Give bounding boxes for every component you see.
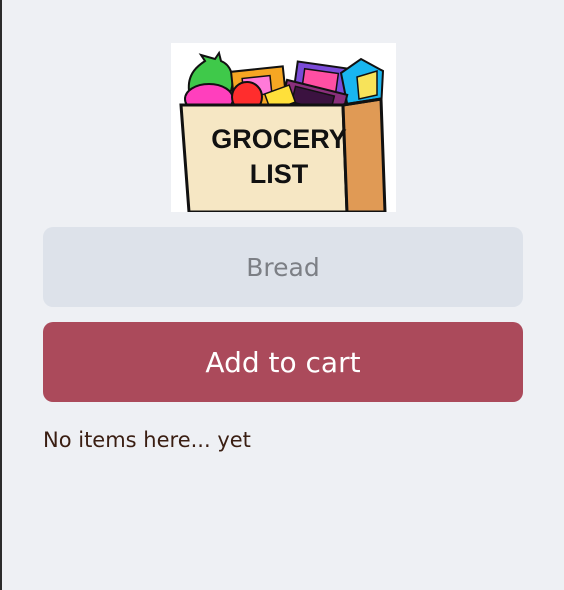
- grocery-list-logo: GROCERY LIST: [170, 43, 396, 212]
- add-to-cart-button[interactable]: Add to cart: [43, 322, 523, 402]
- empty-list-message: No items here... yet: [43, 428, 251, 452]
- item-input[interactable]: [43, 227, 523, 307]
- grocery-app: GROCERY LIST Add to cart No items here..…: [43, 43, 523, 452]
- window-edge: [0, 0, 2, 590]
- logo-text-line2: LIST: [249, 159, 308, 189]
- logo-text-line1: GROCERY: [211, 124, 347, 154]
- grocery-bag-icon: GROCERY LIST: [178, 50, 387, 212]
